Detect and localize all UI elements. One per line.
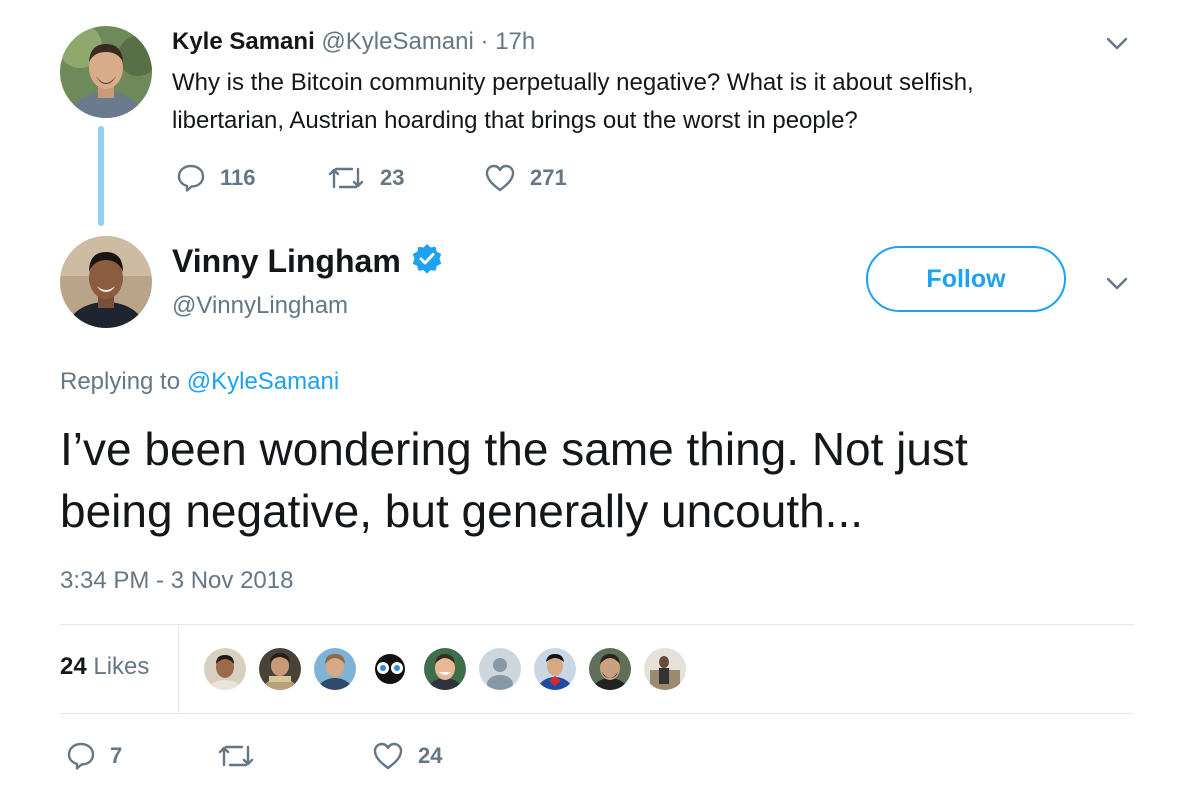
parent-like-count: 271 xyxy=(530,165,567,190)
likes-stat-count: 24 xyxy=(60,653,87,680)
main-tweet-text: I’ve been wondering the same thing. Not … xyxy=(60,418,968,542)
likes-stat[interactable]: 24 Likes xyxy=(60,651,149,683)
liker-avatar[interactable] xyxy=(422,646,468,692)
liker-avatar[interactable] xyxy=(532,646,578,692)
main-author-name[interactable]: Vinny Lingham xyxy=(172,240,401,282)
like-action[interactable]: 24 xyxy=(372,741,442,771)
follow-button[interactable]: Follow xyxy=(866,246,1066,312)
liker-avatar[interactable] xyxy=(257,646,303,692)
replying-to-handle[interactable]: @KyleSamani xyxy=(187,368,339,395)
heart-icon xyxy=(372,741,418,771)
likes-stat-label: Likes xyxy=(93,653,150,680)
liker-avatar-default[interactable] xyxy=(477,646,523,692)
parent-like-action[interactable]: 271 xyxy=(484,163,567,193)
main-author-handle[interactable]: @VinnyLingham xyxy=(172,290,348,322)
parent-author-handle[interactable]: @KyleSamani xyxy=(321,28,473,55)
retweet-icon xyxy=(326,163,380,193)
parent-author-name[interactable]: Kyle Samani xyxy=(172,28,315,55)
main-tweet-line-1: I’ve been wondering the same thing. Not … xyxy=(60,423,968,475)
header-separator: · xyxy=(480,28,489,55)
stats-top-divider xyxy=(60,624,1134,625)
stats-bottom-divider xyxy=(60,713,1134,714)
reply-icon xyxy=(66,741,110,771)
heart-icon xyxy=(484,163,530,193)
parent-tweet-time[interactable]: 17h xyxy=(495,28,535,55)
thread-connector-line xyxy=(98,126,104,226)
parent-retweet-count: 23 xyxy=(380,165,405,190)
avatar-kyle-samani[interactable] xyxy=(60,26,152,118)
chevron-down-icon[interactable] xyxy=(1106,277,1128,291)
chevron-down-icon[interactable] xyxy=(1106,37,1128,51)
liker-avatar[interactable] xyxy=(312,646,358,692)
parent-tweet-line-1: Why is the Bitcoin community perpetually… xyxy=(172,69,974,96)
parent-reply-count: 116 xyxy=(220,165,256,190)
reply-action[interactable]: 7 xyxy=(66,741,122,771)
verified-badge-icon xyxy=(411,243,443,280)
parent-reply-action[interactable]: 116 xyxy=(176,163,256,193)
main-tweet-line-2: being negative, but generally uncouth... xyxy=(60,485,864,537)
liker-avatar[interactable] xyxy=(367,646,413,692)
liker-avatar[interactable] xyxy=(587,646,633,692)
tweet-timestamp[interactable]: 3:34 PM - 3 Nov 2018 xyxy=(60,565,293,597)
reply-count: 7 xyxy=(110,743,123,768)
reply-icon xyxy=(176,163,220,193)
liker-avatar[interactable] xyxy=(642,646,688,692)
like-count: 24 xyxy=(418,743,443,768)
liker-avatar[interactable] xyxy=(202,646,248,692)
parent-tweet-header: Kyle Samani @KyleSamani · 17h xyxy=(172,26,535,58)
retweet-icon xyxy=(216,741,270,771)
retweet-action[interactable] xyxy=(216,741,270,771)
replying-to: Replying to @KyleSamani xyxy=(60,366,339,398)
stats-vertical-divider xyxy=(178,625,179,713)
parent-tweet-line-2: libertarian, Austrian hoarding that brin… xyxy=(172,107,858,134)
avatar-vinny-lingham[interactable] xyxy=(60,236,152,328)
main-author-name-row: Vinny Lingham xyxy=(172,240,443,282)
replying-to-prefix: Replying to xyxy=(60,368,181,395)
parent-retweet-action[interactable]: 23 xyxy=(326,163,404,193)
parent-tweet-text: Why is the Bitcoin community perpetually… xyxy=(172,64,974,140)
